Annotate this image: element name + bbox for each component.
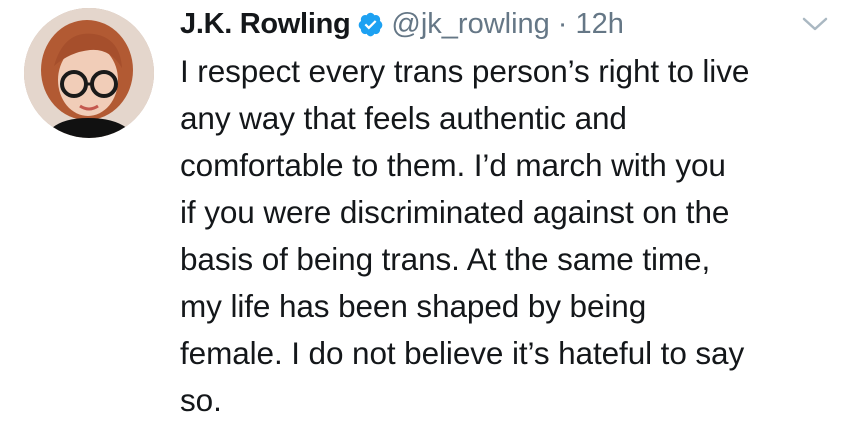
tweet-timestamp[interactable]: 12h (575, 8, 623, 41)
separator-dot: · (557, 7, 568, 40)
verified-badge-icon (357, 11, 384, 38)
chevron-down-icon[interactable] (800, 14, 830, 34)
tweet-text-line: so. (180, 382, 222, 418)
tweet-text-line: if you were discriminated against on the (180, 194, 730, 230)
author-handle[interactable]: @jk_rowling (391, 8, 549, 41)
tweet-text-line: basis of being trans. At the same time, (180, 241, 711, 277)
tweet-text-line: I respect every trans person’s right to … (180, 53, 750, 89)
tweet-text-line: comfortable to them. I’d march with you (180, 147, 726, 183)
tweet-text-line: my life has been shaped by being (180, 288, 647, 324)
tweet-text: I respect every trans person’s right to … (180, 48, 830, 424)
tweet-text-line: female. I do not believe it’s hateful to… (180, 335, 745, 371)
tweet[interactable]: J.K. Rowling @jk_rowling · 12h I respect… (0, 0, 851, 421)
author-display-name[interactable]: J.K. Rowling (180, 8, 351, 41)
avatar[interactable] (24, 8, 154, 138)
avatar-image (24, 8, 154, 138)
tweet-header: J.K. Rowling @jk_rowling · 12h (180, 4, 830, 44)
tweet-content: J.K. Rowling @jk_rowling · 12h I respect… (180, 4, 830, 424)
tweet-text-line: any way that feels authentic and (180, 100, 627, 136)
